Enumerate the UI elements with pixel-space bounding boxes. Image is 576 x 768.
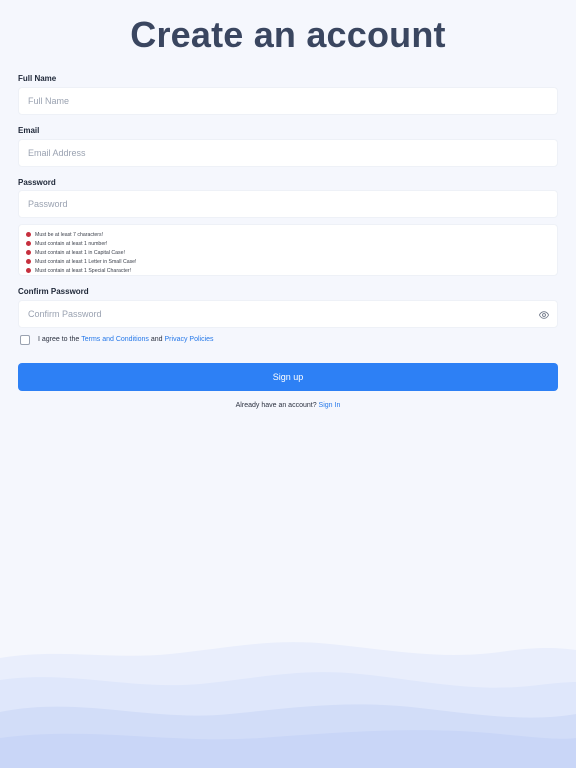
password-rule-item: Must contain at least 1 in Capital Case!: [26, 248, 557, 257]
agree-middle-text: and: [150, 336, 163, 343]
page-title: Create an account: [130, 14, 446, 55]
email-field-wrapper: [18, 139, 558, 167]
password-rule-text: Must contain at least 1 in Capital Case!: [35, 249, 125, 256]
terms-link[interactable]: Terms and Conditions: [81, 336, 149, 343]
password-label: Password: [18, 178, 56, 187]
password-input[interactable]: [19, 191, 557, 217]
full-name-field-wrapper: [18, 87, 558, 115]
password-field-wrapper: [18, 190, 558, 218]
confirm-password-label: Confirm Password: [18, 287, 89, 296]
email-label: Email: [18, 126, 40, 135]
email-input[interactable]: [19, 140, 557, 166]
terms-agreement: I agree to the Terms and Conditions and …: [20, 334, 214, 345]
terms-checkbox[interactable]: [20, 334, 30, 345]
sign-in-prompt-text: Already have an account?: [235, 402, 317, 409]
password-rule-text: Must be at least 7 characters!: [35, 231, 104, 238]
error-dot-icon: [26, 250, 31, 255]
confirm-password-input[interactable]: [19, 301, 557, 327]
full-name-label: Full Name: [18, 74, 57, 83]
sign-in-prompt: Already have an account? Sign In: [0, 402, 576, 409]
agree-prefix-text: I agree to the: [38, 336, 80, 343]
password-rule-item: Must contain at least 1 Special Characte…: [26, 266, 557, 275]
eye-icon[interactable]: [539, 310, 549, 320]
password-rule-text: Must contain at least 1 number!: [35, 240, 108, 247]
full-name-input[interactable]: [19, 88, 557, 114]
privacy-link[interactable]: Privacy Policies: [165, 336, 214, 343]
password-rules-box: Must be at least 7 characters! Must cont…: [18, 224, 558, 276]
error-dot-icon: [26, 259, 31, 264]
sign-up-button[interactable]: Sign up: [18, 363, 558, 391]
error-dot-icon: [26, 232, 31, 237]
password-rule-item: Must contain at least 1 Letter in Small …: [26, 257, 557, 266]
password-rule-item: Must contain at least 1 number!: [26, 239, 557, 248]
error-dot-icon: [26, 268, 31, 273]
background-waves: [0, 642, 576, 768]
password-rule-text: Must contain at least 1 Special Characte…: [35, 267, 132, 274]
confirm-password-field-wrapper: [18, 300, 558, 328]
password-rule-text: Must contain at least 1 Letter in Small …: [35, 258, 137, 265]
error-dot-icon: [26, 241, 31, 246]
password-rule-item: Must be at least 7 characters!: [26, 230, 557, 239]
sign-in-link[interactable]: Sign In: [319, 402, 341, 409]
